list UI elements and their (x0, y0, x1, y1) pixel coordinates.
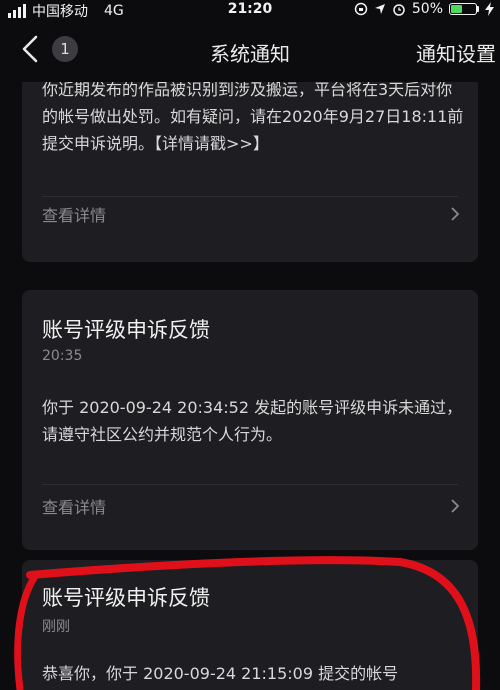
notification-card[interactable]: 账号评级申诉反馈 20:35 你于 2020-09-24 20:34:52 发起… (22, 290, 478, 550)
notification-list[interactable]: 你近期发布的作品被识别到涉及搬运，平台将在3天后对你的帐号做出处罚。如有疑问，请… (0, 82, 500, 690)
notification-card[interactable]: 账号评级申诉反馈 刚刚 恭喜你，你于 2020-09-24 21:15:09 提… (22, 560, 478, 690)
card-divider (42, 484, 458, 485)
status-right: 50% (354, 1, 494, 17)
notification-body: 你近期发布的作品被识别到涉及搬运，平台将在3天后对你的帐号做出处罚。如有疑问，请… (42, 82, 464, 153)
battery-fill (451, 5, 462, 13)
chevron-right-icon (451, 207, 460, 221)
notification-title: 账号评级申诉反馈 (42, 586, 210, 610)
status-bar: 中国移动 4G 21:20 50% (0, 0, 500, 20)
location-icon (374, 4, 385, 14)
chevron-right-icon (451, 499, 460, 513)
notification-card[interactable]: 你近期发布的作品被识别到涉及搬运，平台将在3天后对你的帐号做出处罚。如有疑问，请… (22, 82, 478, 262)
notification-time: 刚刚 (42, 619, 70, 635)
notification-body: 恭喜你，你于 2020-09-24 21:15:09 提交的帐号 (42, 664, 399, 683)
charging-icon (485, 2, 494, 16)
battery-icon (449, 3, 477, 15)
rotation-lock-icon (354, 2, 368, 16)
notification-body: 你于 2020-09-24 20:34:52 发起的账号评级申诉未通过，请遵守社… (42, 398, 463, 444)
notification-title: 账号评级申诉反馈 (42, 318, 210, 342)
notification-time: 20:35 (42, 348, 83, 364)
view-details-link[interactable]: 查看详情 (42, 486, 460, 526)
view-details-label: 查看详情 (42, 206, 107, 225)
nav-bar: 1 系统通知 通知设置 (0, 20, 500, 82)
battery-percent: 50% (411, 1, 443, 17)
battery-tip (477, 6, 479, 12)
alarm-icon (393, 4, 405, 16)
notification-settings-button[interactable]: 通知设置 (416, 38, 496, 67)
view-details-label: 查看详情 (42, 498, 107, 517)
view-details-link[interactable]: 查看详情 (42, 194, 460, 234)
